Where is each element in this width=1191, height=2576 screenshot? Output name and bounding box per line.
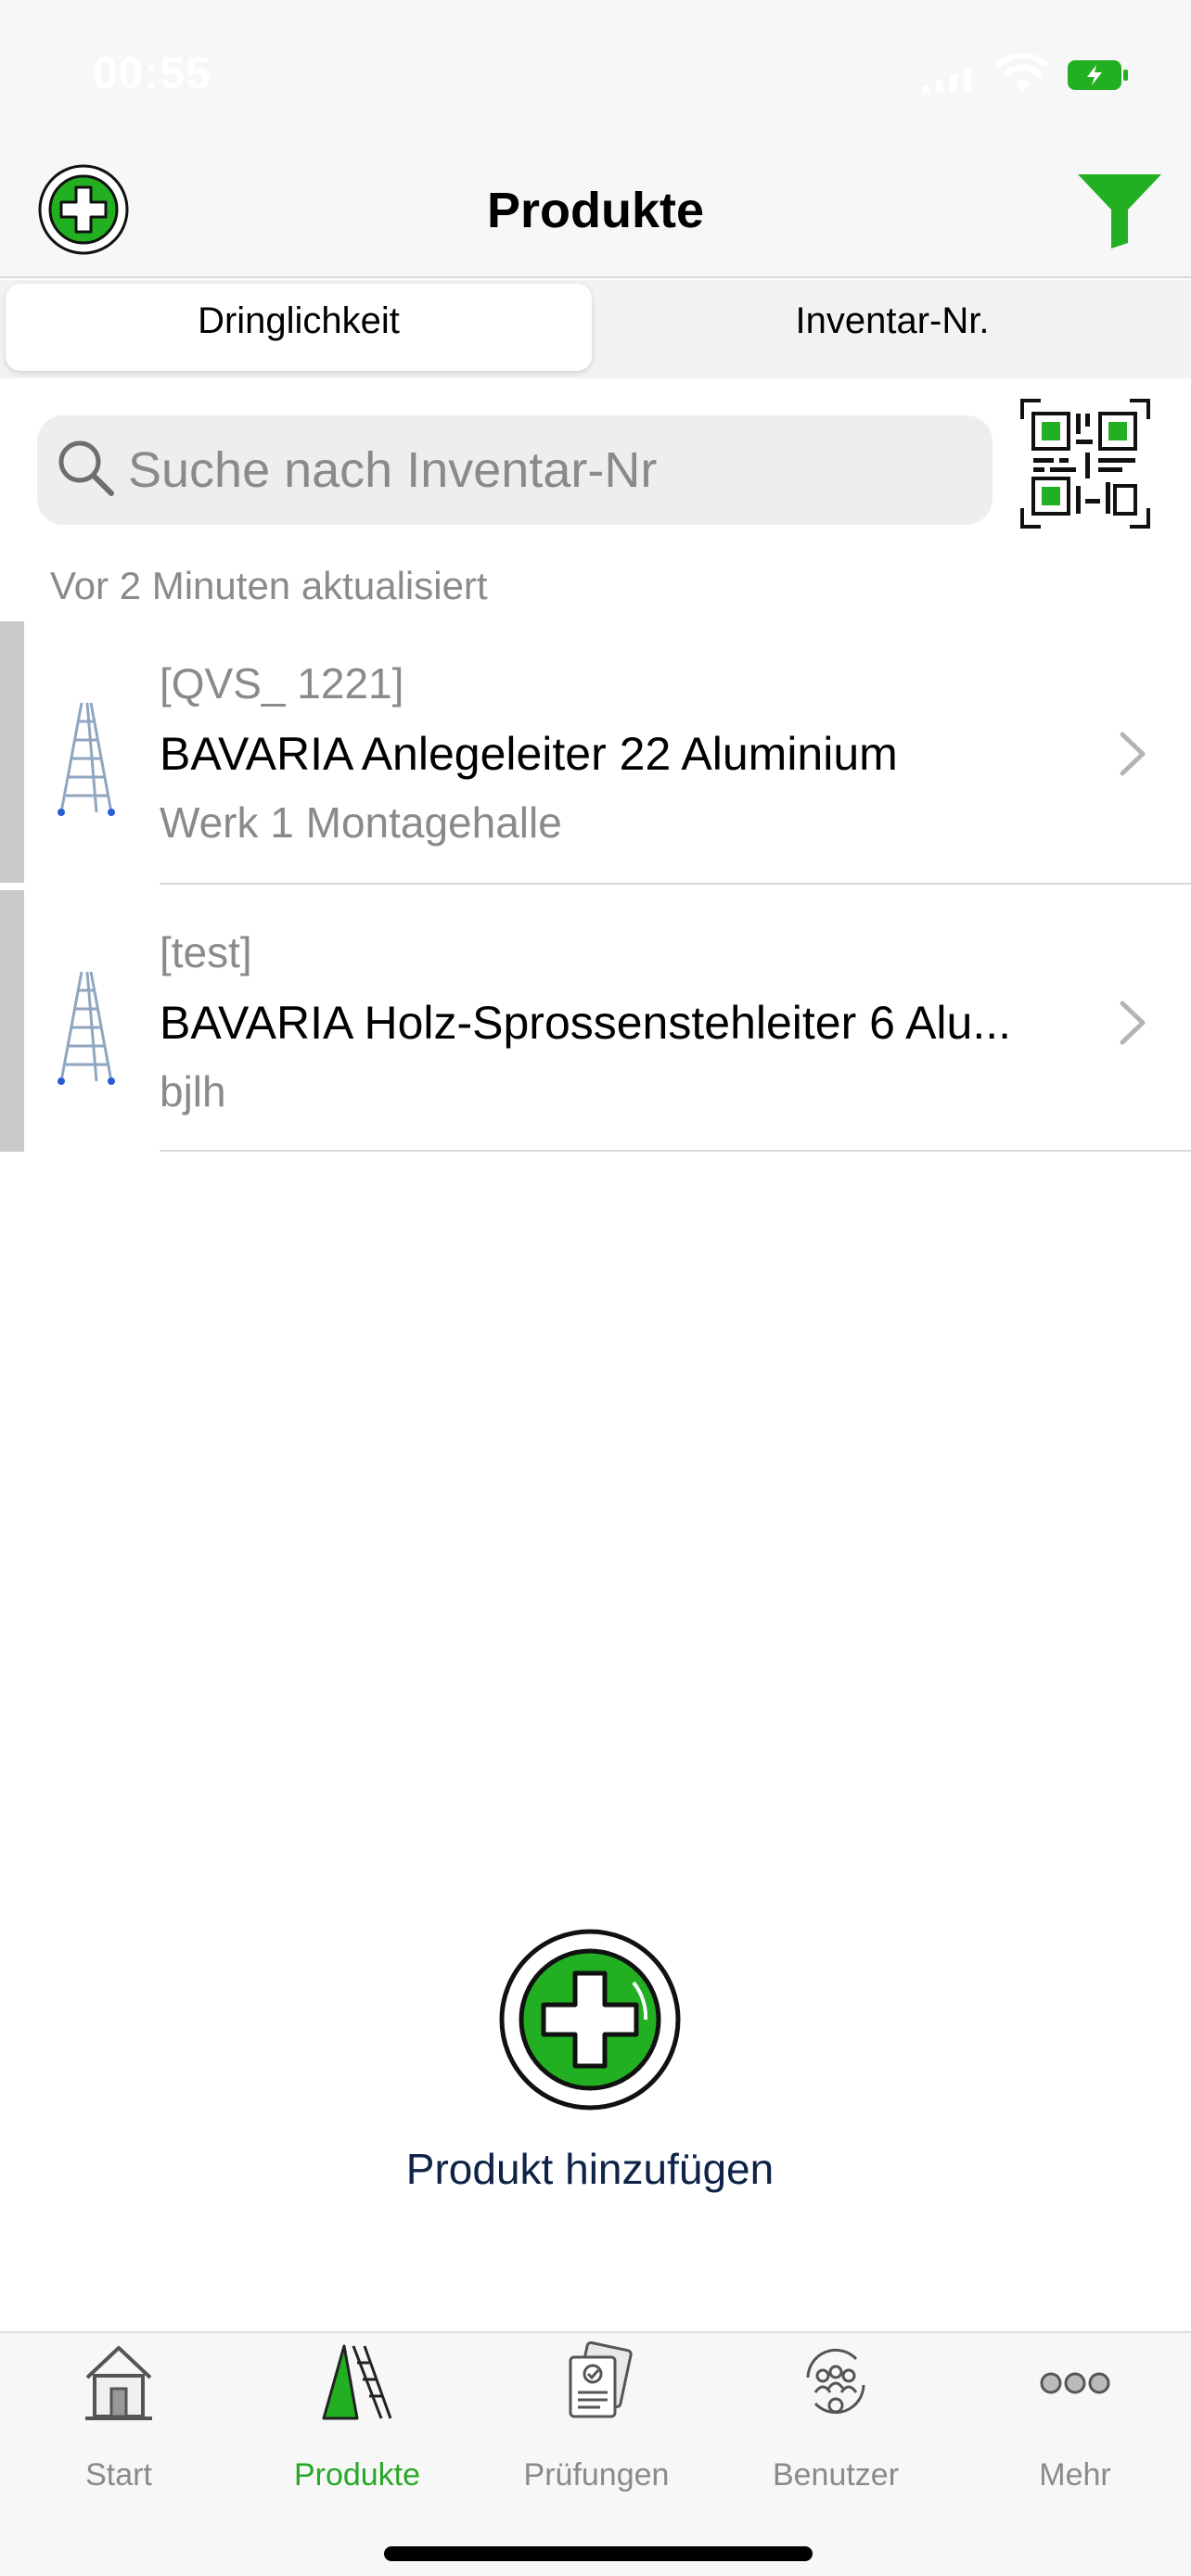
product-name: BAVARIA Holz-Sprossenstehleiter 6 Alu... — [160, 997, 1012, 1049]
search-icon — [58, 440, 114, 496]
tab-start[interactable]: Start — [3, 2340, 235, 2493]
product-name: BAVARIA Anlegeleiter 22 Aluminium — [160, 728, 898, 780]
product-inventory-id: [test] — [160, 928, 252, 976]
chevron-right-icon — [1120, 732, 1146, 776]
product-location: bjlh — [160, 1067, 226, 1116]
ladder-thumbnail — [58, 971, 115, 1085]
ladder-icon — [322, 2344, 392, 2420]
qr-code-scanner-icon[interactable] — [1018, 397, 1152, 530]
page-title: Produkte — [486, 183, 705, 238]
add-product-button[interactable]: Produkt hinzufügen — [0, 2144, 1180, 2194]
segment-inventar-nr[interactable]: Inventar-Nr. — [599, 300, 1185, 342]
wifi-icon — [996, 54, 1048, 91]
product-location: Werk 1 Montagehalle — [160, 798, 562, 847]
status-time: 00:55 — [93, 49, 211, 98]
tab-pruefungen[interactable]: Prüfungen — [480, 2340, 712, 2493]
ladder-thumbnail — [58, 702, 115, 816]
tab-label: Prüfungen — [523, 2457, 670, 2493]
add-product-icon[interactable] — [497, 1927, 683, 2112]
row-separator — [160, 883, 1191, 885]
row-separator — [160, 1150, 1191, 1152]
segment-dringlichkeit[interactable]: Dringlichkeit — [6, 300, 592, 342]
urgency-indicator — [0, 890, 24, 1152]
more-dots-icon — [1040, 2372, 1110, 2394]
cellular-signal-icon — [922, 69, 971, 93]
tab-label: Mehr — [1039, 2457, 1111, 2493]
battery-charging-icon — [1068, 60, 1128, 90]
tab-label: Start — [85, 2457, 152, 2493]
urgency-indicator — [0, 621, 24, 883]
product-inventory-id: [QVS_ 1221] — [160, 659, 404, 708]
search-input[interactable] — [128, 438, 963, 503]
inspection-clipboard-icon — [569, 2340, 633, 2418]
home-indicator — [384, 2546, 813, 2561]
last-updated-text: Vor 2 Minuten aktualisiert — [50, 564, 488, 607]
tab-produkte[interactable]: Produkte — [241, 2340, 473, 2493]
house-icon — [85, 2346, 152, 2420]
tab-label: Benutzer — [772, 2457, 900, 2493]
tab-label: Produkte — [293, 2457, 421, 2493]
filter-funnel-icon[interactable] — [1076, 172, 1163, 249]
tab-benutzer[interactable]: Benutzer — [720, 2340, 952, 2493]
users-icon — [806, 2348, 865, 2415]
tab-mehr[interactable]: Mehr — [959, 2340, 1191, 2493]
chevron-right-icon — [1120, 1001, 1146, 1045]
